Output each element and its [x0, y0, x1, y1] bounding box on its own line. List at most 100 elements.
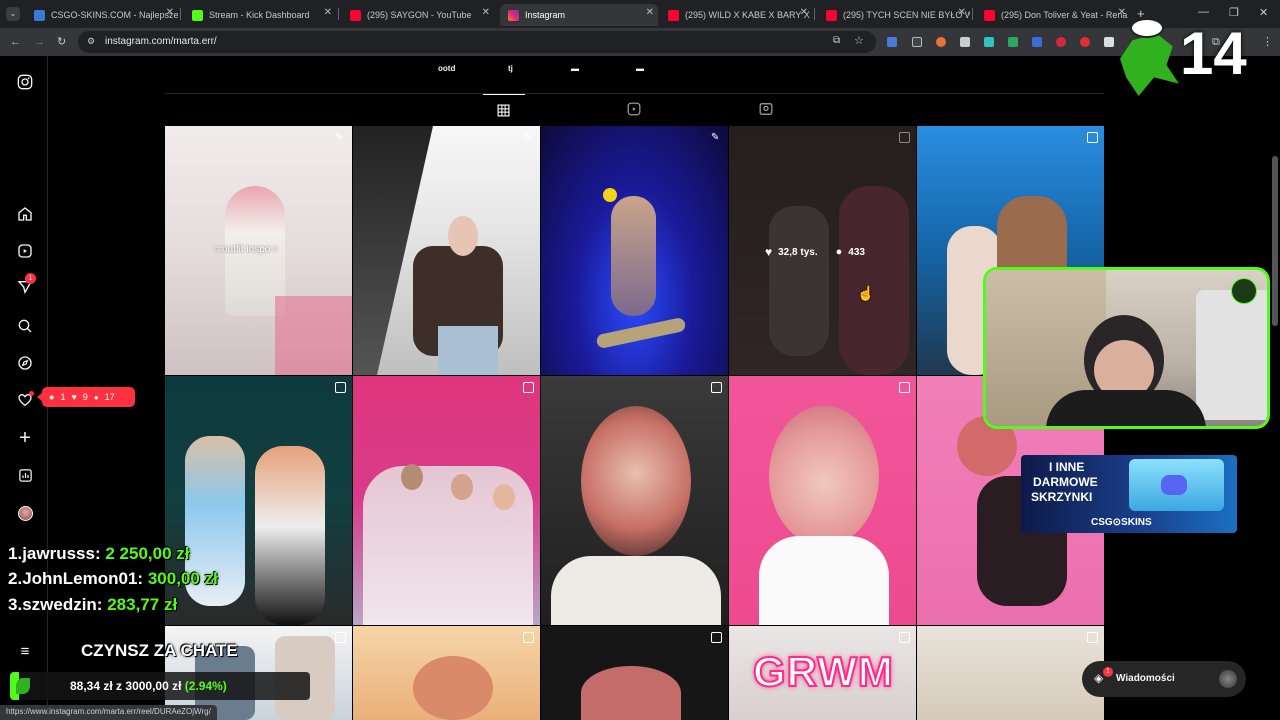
post-tile-3[interactable]: ✎ [541, 126, 728, 375]
hat-emblem-icon [1130, 18, 1164, 38]
reels-icon[interactable] [16, 242, 34, 260]
install-app-icon[interactable]: ⧉ [833, 35, 840, 46]
post-tile-12[interactable] [353, 626, 540, 720]
activity-notification-popup[interactable]: ● 1 ♥ 9 ● 17 [37, 387, 135, 407]
leaderboard-row-1: 1.jawrusss: 2 250,00 zł [8, 544, 189, 564]
close-tab-icon[interactable]: ✕ [958, 7, 966, 18]
promo-line-3: SKRZYNKI [1031, 490, 1093, 504]
highlight-label-tj[interactable]: tj [508, 64, 513, 73]
extension-3-icon[interactable] [936, 37, 946, 47]
post-tile-4-hover[interactable]: ♥ 32,8 tys. ● 433 [729, 126, 916, 375]
tab-search-button[interactable]: ⌄ [6, 7, 20, 21]
extension-4-icon[interactable] [960, 37, 970, 47]
mouse-pointer-hand-icon: ☝ [857, 285, 875, 301]
post-tile-13[interactable] [541, 626, 728, 720]
forward-arrow-icon[interactable]: → [34, 35, 45, 49]
close-tab-icon[interactable]: ✕ [1118, 7, 1126, 18]
tab-tagged[interactable] [759, 102, 773, 121]
tab-kick-dashboard[interactable]: Stream - Kick Dashboard ✕ [184, 4, 336, 26]
post-tile-9[interactable] [729, 376, 916, 625]
donation-amount: 300,00 zł [147, 569, 218, 588]
extension-7-icon[interactable] [1032, 37, 1042, 47]
more-menu-hamburger-icon[interactable]: ≡ [16, 642, 34, 660]
messages-button[interactable]: ◈ 1 Wiadomości [1082, 661, 1246, 697]
carousel-icon [1087, 132, 1098, 143]
notifications-heart-icon[interactable] [16, 391, 34, 409]
carousel-icon [523, 632, 534, 643]
close-tab-icon[interactable]: ✕ [646, 7, 654, 18]
extension-2-icon[interactable] [912, 37, 922, 47]
tab-instagram[interactable]: Instagram ✕ [500, 4, 658, 26]
goal-leaf-icon [16, 678, 30, 694]
create-plus-icon[interactable]: + [16, 427, 34, 449]
extension-5-icon[interactable] [984, 37, 994, 47]
url-text: instagram.com/marta.err/ [105, 36, 217, 47]
tab-youtube-saygon[interactable]: (295) SAYGON - YouTube ✕ [342, 4, 494, 26]
status-url: https://www.instagram.com/marta.err/reel… [6, 707, 211, 716]
tab-youtube-tych-scen[interactable]: (295) TYCH SCEN NIE BYŁO W ✕ [818, 4, 970, 26]
tab-csgo-skins[interactable]: CSGO-SKINS.COM - Najlepsze ✕ [26, 4, 178, 26]
heart-icon: ♥ [71, 392, 77, 402]
back-arrow-icon[interactable]: ← [10, 35, 21, 49]
rank: 1. [8, 544, 23, 563]
close-tab-icon[interactable]: ✕ [800, 7, 808, 18]
close-tab-icon[interactable]: ✕ [166, 7, 174, 18]
promo-brand: CSG⊙SKINS [1091, 517, 1152, 528]
extension-6-icon[interactable] [1008, 37, 1018, 47]
reload-icon[interactable]: ↻ [57, 35, 66, 49]
post-tile-2[interactable]: ✎ [353, 126, 540, 375]
address-bar[interactable]: ⚙ instagram.com/marta.err/ ⧉ ☆ [78, 31, 876, 53]
close-tab-icon[interactable]: ✕ [482, 7, 490, 18]
pinned-icon: ✎ [711, 132, 720, 143]
extension-1-icon[interactable] [887, 37, 897, 47]
donation-goal-title: CZYNSZ ZA CHATE [81, 641, 238, 660]
donor-name: jawrusss: [22, 544, 101, 563]
messages-avatar [1219, 670, 1237, 688]
highlight-label-ootd[interactable]: ootd [438, 64, 455, 73]
tab-youtube-don-toliver[interactable]: (295) Don Toliver & Yeat - Rena ✕ [976, 4, 1130, 26]
post-overlay-text: ☆outfit inspo☆ [213, 244, 280, 255]
likes-count: 9 [82, 392, 88, 402]
pinned-icon: ✎ [523, 132, 532, 143]
direct-messages-icon[interactable]: 1 [16, 273, 36, 296]
site-info-icon[interactable]: ⚙ [87, 36, 95, 47]
rank: 3. [8, 595, 23, 614]
kick-favicon-icon [192, 9, 203, 21]
post-tile-14[interactable]: GRWM [729, 626, 916, 720]
close-tab-icon[interactable]: ✕ [324, 7, 332, 18]
extension-9-icon[interactable] [1080, 37, 1090, 47]
messages-badge: 1 [1103, 667, 1113, 677]
messages-count-badge: 1 [25, 273, 36, 284]
tab-posts-grid[interactable] [483, 94, 525, 126]
instagram-favicon-icon [508, 9, 519, 21]
tab-reels[interactable] [627, 102, 641, 121]
highlight-label-3[interactable]: ▬ [571, 64, 579, 73]
extension-8-icon[interactable] [1056, 37, 1066, 47]
page-scrollbar[interactable] [1270, 56, 1280, 720]
stream-counter: 14 [1180, 20, 1247, 87]
goal-current-amount: 88,34 zł [70, 679, 113, 693]
youtube-favicon-icon [350, 9, 361, 21]
profile-avatar[interactable] [16, 504, 34, 522]
tab-youtube-wild[interactable]: (295) WILD X KABE X BARY X V ✕ [660, 4, 812, 26]
tab-label: Instagram [525, 10, 566, 20]
post-tile-8[interactable] [541, 376, 728, 625]
explore-compass-icon[interactable] [16, 354, 34, 372]
pinned-icon: ✎ [335, 132, 344, 143]
donation-amount: 283,77 zł [107, 595, 178, 614]
post-comments-count: 433 [848, 246, 865, 258]
home-icon[interactable] [16, 205, 34, 223]
minimize-window-button[interactable]: — [1198, 6, 1209, 18]
post-tile-1[interactable]: ☆outfit inspo☆ ✎ [165, 126, 352, 375]
stream-logo-overlay: 14 [1112, 18, 1280, 100]
post-tile-15[interactable] [917, 626, 1104, 720]
dashboard-icon[interactable] [16, 466, 34, 484]
instagram-logo-icon[interactable] [16, 73, 34, 91]
bookmark-star-icon[interactable]: ☆ [854, 34, 864, 47]
search-icon[interactable] [16, 317, 34, 335]
highlight-label-4[interactable]: ▬ [636, 64, 644, 73]
promo-banner[interactable]: I INNE DARMOWE SKRZYNKI CSG⊙SKINS [1021, 455, 1237, 533]
rank: 2. [8, 569, 23, 588]
post-tile-7[interactable] [353, 376, 540, 625]
tagged-person-icon [759, 103, 773, 115]
